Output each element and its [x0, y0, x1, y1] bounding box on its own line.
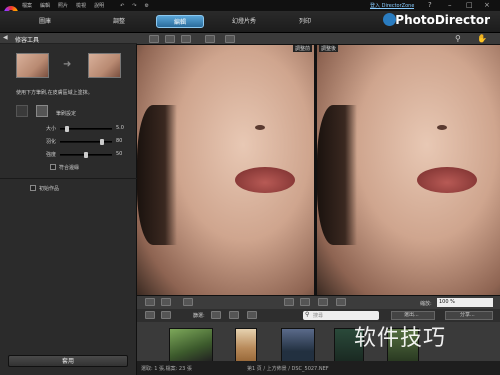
redo-icon[interactable]: ↷ [132, 3, 136, 9]
before-label: 調整前 [292, 45, 312, 52]
left-panel: ◀ 修容工具 ➜ 使用下方筆刷,在皮膚區域上塗抹。 筆刷設定 大小 5.0 羽化… [0, 33, 137, 375]
zoom-select[interactable]: 100 % [437, 298, 493, 307]
menu-edit[interactable]: 編輯 [40, 2, 50, 9]
feather-slider-knob[interactable] [100, 139, 104, 145]
rotate-left-icon[interactable] [284, 298, 294, 306]
arrow-right-icon: ➜ [63, 59, 72, 70]
brush-filter-icon[interactable] [247, 311, 257, 319]
filter-label: 篩選: [193, 313, 205, 319]
lips-shape [235, 167, 295, 193]
brand-arrow-icon [383, 13, 396, 26]
tab-print[interactable]: 列印 [290, 15, 320, 28]
size-slider-knob[interactable] [65, 126, 69, 132]
hand-tool-icon[interactable]: ✋ [477, 34, 487, 43]
panel-header: ◀ 修容工具 [0, 33, 137, 44]
group-icon[interactable] [161, 298, 171, 306]
film-thumb-3[interactable] [281, 328, 315, 362]
after-image[interactable]: 調整後 [317, 45, 500, 295]
brand-name: PhotoDirector [395, 13, 490, 27]
delete-icon[interactable] [318, 298, 328, 306]
view-toolbar: ⚲ ✋ [137, 33, 500, 45]
feather-slider[interactable] [60, 139, 112, 145]
menu-help[interactable]: 說明 [94, 2, 104, 9]
help-button[interactable]: ? [428, 1, 432, 9]
instruction-text: 使用下方筆刷,在皮膚區域上塗抹。 [16, 90, 93, 96]
menu-file[interactable]: 檔案 [22, 2, 32, 9]
auto-detect-checkbox[interactable] [50, 164, 56, 170]
after-thumbnail [88, 53, 121, 78]
strength-slider[interactable] [60, 152, 112, 158]
list-view-icon[interactable] [161, 311, 171, 319]
nostril-shape [255, 125, 265, 130]
menu-photo[interactable]: 照片 [58, 2, 68, 9]
bottom-toolbar: 縮放: 100 % [137, 295, 500, 309]
zoom-label: 縮放: [420, 301, 432, 307]
minimize-button[interactable]: – [448, 1, 452, 9]
hair-shape [317, 105, 357, 245]
signin-link[interactable]: 登入 DirectorZone [370, 2, 414, 9]
panel-title: 修容工具 [15, 37, 40, 44]
rotate-right-icon[interactable] [300, 298, 310, 306]
strength-slider-knob[interactable] [84, 152, 88, 158]
film-thumb-2[interactable] [235, 328, 257, 362]
tab-adjust[interactable]: 調整 [104, 15, 134, 28]
fit-view-icon[interactable] [165, 35, 175, 43]
gear-icon[interactable]: ⚙ [144, 3, 148, 9]
compare-view-icon[interactable] [181, 35, 191, 43]
menu-bar: 檔案 編輯 照片 檢視 說明 ↶ ↷ ⚙ [0, 0, 500, 11]
tab-edit[interactable]: 編輯 [156, 15, 204, 28]
share-button[interactable]: 分享... [445, 311, 493, 320]
select-button[interactable]: 選出... [391, 311, 435, 320]
divider [0, 178, 137, 179]
slider-size-value: 5.0 [116, 125, 124, 131]
before-thumbnail [16, 53, 49, 78]
flag-filter-icon[interactable] [211, 311, 221, 319]
close-button[interactable]: × [484, 1, 490, 9]
reset-checkbox[interactable] [30, 185, 36, 191]
before-image[interactable]: 調整前 [137, 45, 314, 295]
auto-detect-label: 符合邊緣 [59, 165, 80, 171]
maximize-button[interactable]: □ [466, 1, 473, 9]
search-input[interactable]: ⚲ 搜尋 [303, 311, 379, 320]
brush-settings-label: 筆刷設定 [56, 111, 77, 117]
slider-feather-label: 羽化 [46, 139, 57, 145]
nostril-shape [437, 125, 447, 130]
search-icon: ⚲ [305, 311, 310, 318]
status-bar: 選取: 1 張,檔案: 23 張 第1 頁 / 上方佈景 / DSC_5027.… [137, 361, 500, 375]
after-label: 調整後 [319, 45, 339, 52]
color-filter-icon[interactable] [229, 311, 239, 319]
slider-size-label: 大小 [46, 126, 57, 132]
eraser-icon[interactable] [36, 105, 48, 117]
slider-strength-label: 強度 [46, 152, 57, 158]
status-selection: 選取: 1 張,檔案: 23 張 [141, 366, 192, 372]
tab-slideshow[interactable]: 幻燈片秀 [224, 15, 264, 28]
slider-strength-value: 50 [116, 151, 123, 157]
grid-view-icon[interactable] [145, 311, 155, 319]
search-placeholder: 搜尋 [313, 313, 324, 319]
brush-icon[interactable] [16, 105, 28, 117]
hair-shape [137, 105, 177, 245]
watermark-text: 软件技巧 [354, 326, 447, 351]
back-icon[interactable]: ◀ [3, 34, 8, 41]
screen-icon[interactable] [225, 35, 235, 43]
film-thumb-1[interactable] [169, 328, 213, 362]
apply-button[interactable]: 套用 [8, 355, 128, 367]
single-view-icon[interactable] [149, 35, 159, 43]
size-slider[interactable] [60, 126, 112, 132]
split-view-icon[interactable] [205, 35, 215, 43]
lips-shape [417, 167, 477, 193]
reset-label: 初始作品 [39, 186, 60, 192]
single-person-icon[interactable] [145, 298, 155, 306]
print-icon[interactable] [336, 298, 346, 306]
tab-library[interactable]: 圖庫 [30, 15, 60, 28]
status-file: 第1 頁 / 上方佈景 / DSC_5027.NEF [247, 366, 329, 372]
search-zoom-icon[interactable]: ⚲ [455, 34, 461, 43]
slider-feather-value: 80 [116, 138, 123, 144]
menu-view[interactable]: 檢視 [76, 2, 86, 9]
flag-icon[interactable] [183, 298, 193, 306]
undo-icon[interactable]: ↶ [120, 3, 124, 9]
